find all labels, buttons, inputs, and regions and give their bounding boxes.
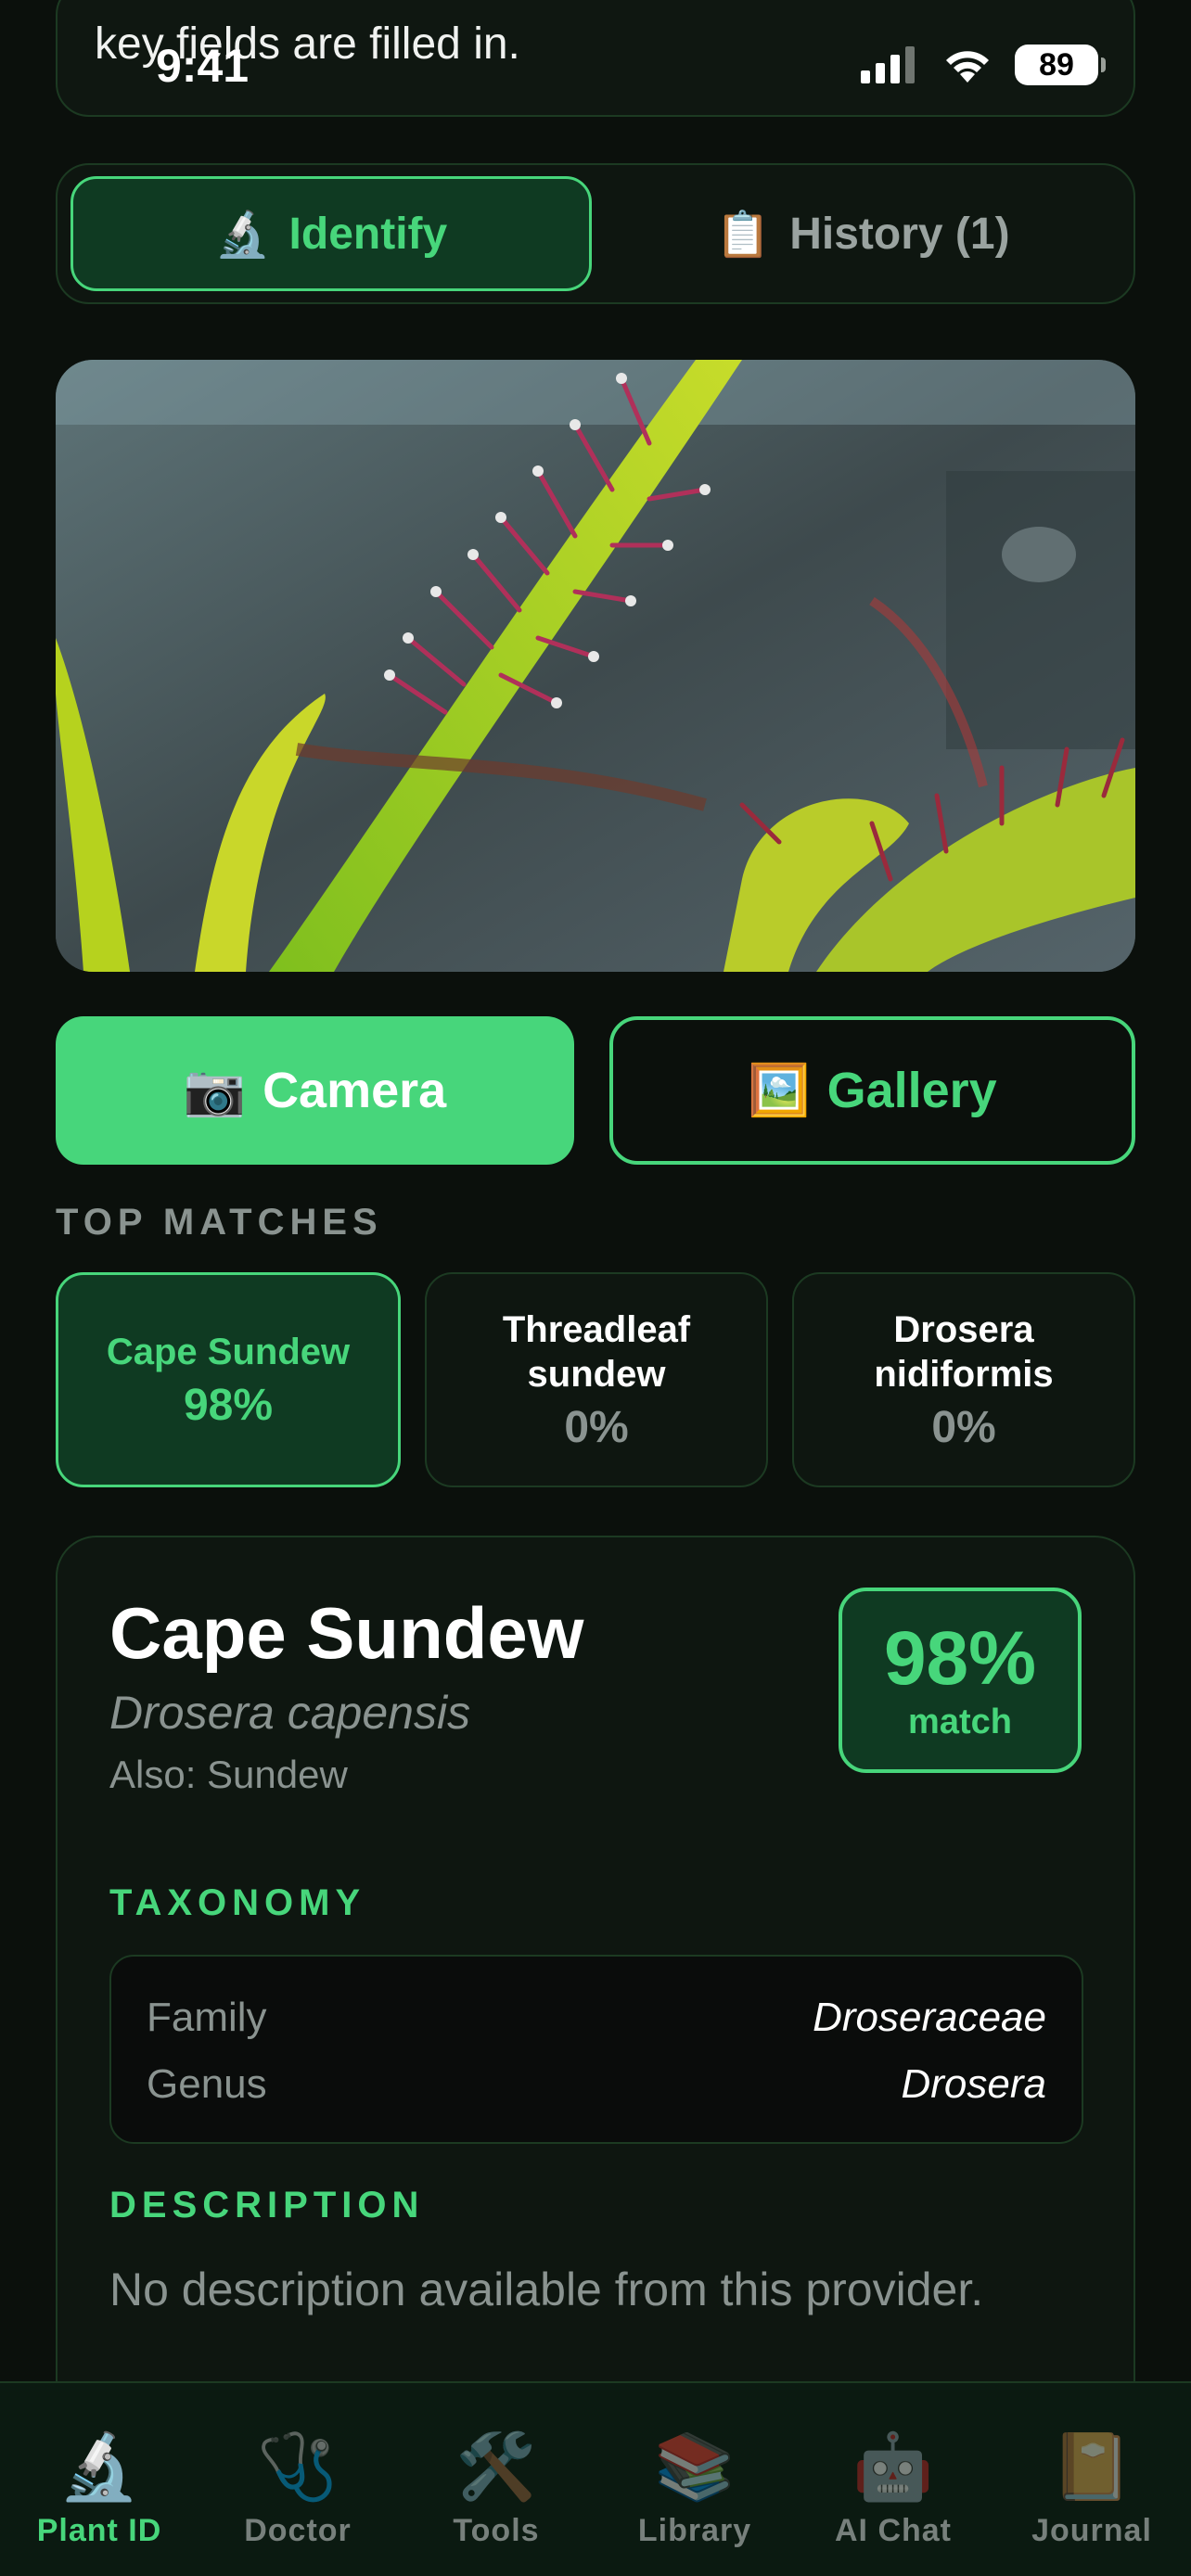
match-name: Threadleaf sundew <box>502 1308 691 1395</box>
match-card[interactable]: Cape Sundew 98% <box>56 1272 401 1487</box>
tab-label: Library <box>637 2513 752 2548</box>
tab-label: Tools <box>453 2513 540 2548</box>
tab-plant-id[interactable]: 🔬 Plant ID <box>0 2383 198 2576</box>
top-matches-list: Cape Sundew 98% Threadleaf sundew 0% Dro… <box>56 1272 1135 1487</box>
match-name: Drosera nidiformis <box>874 1308 1054 1395</box>
plant-common-name: Cape Sundew <box>109 1592 584 1674</box>
tab-label: Doctor <box>244 2513 352 2548</box>
match-badge: 98% match <box>839 1588 1082 1773</box>
tab-tools[interactable]: 🛠️ Tools <box>397 2383 596 2576</box>
camera-button-label: Camera <box>263 1063 447 1118</box>
tab-ai-chat[interactable]: 🤖 AI Chat <box>794 2383 992 2576</box>
tab-library[interactable]: 📚 Library <box>596 2383 794 2576</box>
taxonomy-table: Family Droseraceae Genus Drosera <box>109 1955 1083 2144</box>
tab-history[interactable]: 📋 History (1) <box>605 176 1121 291</box>
match-percent: 98% <box>183 1380 274 1430</box>
bottom-tab-bar: 🔬 Plant ID 🩺 Doctor 🛠️ Tools 📚 Library 🤖… <box>0 2381 1191 2576</box>
books-icon: 📚 <box>654 2430 736 2503</box>
battery-icon: 89 <box>1015 45 1106 85</box>
stethoscope-icon: 🩺 <box>257 2430 339 2503</box>
taxonomy-heading: TAXONOMY <box>109 1882 366 1923</box>
taxonomy-row: Family Droseraceae <box>147 1984 1046 2051</box>
sundew-image <box>56 360 1135 972</box>
plant-photo <box>56 360 1135 972</box>
tab-identify-label: Identify <box>288 209 448 259</box>
gallery-icon: 🖼️ <box>748 1062 811 1118</box>
tab-label: Plant ID <box>36 2513 162 2548</box>
tab-label: AI Chat <box>835 2513 952 2548</box>
status-time: 9:41 <box>156 40 250 92</box>
tab-identify[interactable]: 🔬 Identify <box>70 176 592 291</box>
match-name: Cape Sundew <box>106 1331 351 1372</box>
taxonomy-row: Genus Drosera <box>147 2051 1046 2118</box>
gallery-button-label: Gallery <box>826 1063 997 1118</box>
journal-icon: 📔 <box>1051 2430 1133 2503</box>
taxonomy-key: Genus <box>147 2061 267 2107</box>
segmented-control: 🔬 Identify 📋 History (1) <box>56 163 1135 304</box>
match-badge-percent: 98% <box>883 1615 1037 1701</box>
tab-label: Journal <box>1031 2513 1152 2548</box>
status-icons: 89 <box>861 45 1106 85</box>
taxonomy-value: Droseraceae <box>813 1995 1046 2040</box>
camera-button[interactable]: 📷 Camera <box>56 1016 574 1165</box>
match-percent: 0% <box>564 1402 629 1452</box>
tab-doctor[interactable]: 🩺 Doctor <box>198 2383 397 2576</box>
camera-icon: 📷 <box>183 1062 247 1118</box>
top-matches-heading: TOP MATCHES <box>56 1202 383 1243</box>
match-card[interactable]: Threadleaf sundew 0% <box>425 1272 768 1487</box>
tab-journal[interactable]: 📔 Journal <box>992 2383 1191 2576</box>
tab-history-label: History (1) <box>789 209 1010 259</box>
match-badge-label: match <box>908 1702 1012 1741</box>
result-card: Cape Sundew Drosera capensis Also: Sunde… <box>56 1536 1135 2463</box>
microscope-icon: 🔬 <box>58 2430 140 2503</box>
image-source-buttons: 📷 Camera 🖼️ Gallery <box>56 1016 1135 1165</box>
signal-icon <box>861 46 915 83</box>
description-text: No description available from this provi… <box>109 2264 984 2315</box>
match-percent: 0% <box>931 1402 996 1452</box>
match-card[interactable]: Drosera nidiformis 0% <box>792 1272 1135 1487</box>
microscope-icon: 🔬 <box>214 210 271 260</box>
wifi-icon <box>946 51 989 83</box>
clipboard-icon: 📋 <box>715 210 772 260</box>
gallery-button[interactable]: 🖼️ Gallery <box>609 1016 1135 1165</box>
robot-icon: 🤖 <box>852 2430 934 2503</box>
description-heading: DESCRIPTION <box>109 2185 425 2225</box>
plant-alias: Also: Sundew <box>109 1753 348 1796</box>
tools-icon: 🛠️ <box>455 2430 537 2503</box>
taxonomy-key: Family <box>147 1995 267 2040</box>
plant-scientific-name: Drosera capensis <box>109 1687 471 1739</box>
taxonomy-value: Drosera <box>901 2061 1047 2107</box>
